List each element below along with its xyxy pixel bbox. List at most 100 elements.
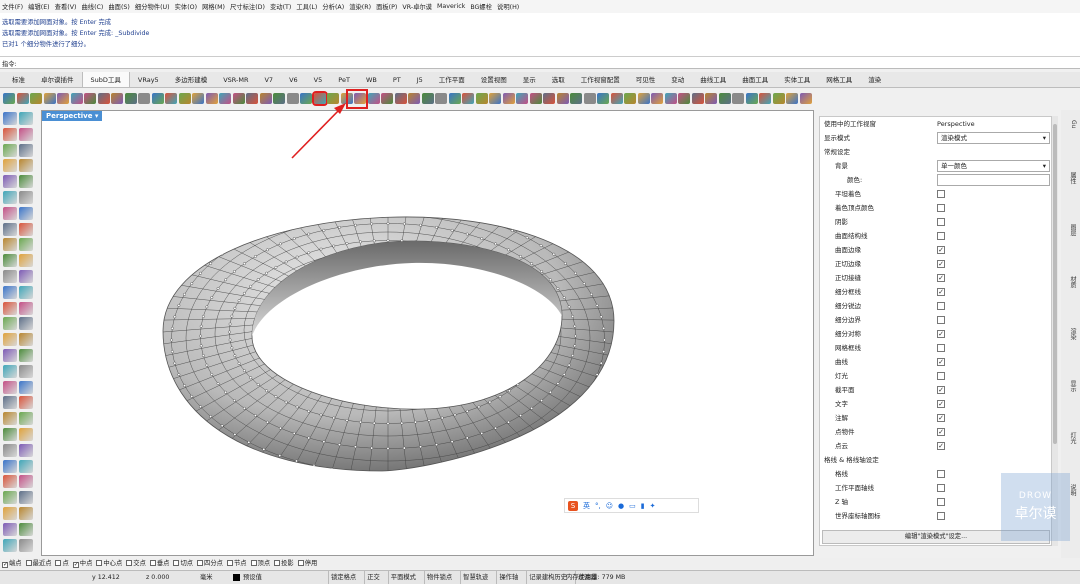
menu-item[interactable]: 分析(A) bbox=[322, 2, 344, 11]
toolbar-tool-icon[interactable] bbox=[3, 92, 15, 104]
display-mode-dropdown[interactable]: 渲染模式 ▾ bbox=[937, 132, 1050, 144]
toolbar-tool-icon[interactable] bbox=[624, 92, 636, 104]
osnap-toggle[interactable]: 交点 bbox=[126, 558, 146, 569]
menu-item[interactable]: BG螺栓 bbox=[470, 2, 492, 11]
osnap-toggle[interactable]: ✓中点 bbox=[72, 558, 92, 569]
toolbar-tool-icon[interactable] bbox=[97, 92, 110, 104]
left-tool-icon[interactable] bbox=[3, 443, 17, 457]
checkbox[interactable]: ✓ bbox=[2, 562, 8, 568]
checkbox[interactable] bbox=[197, 560, 204, 566]
menu-item[interactable]: 渲染(R) bbox=[349, 2, 371, 11]
layer-label[interactable]: 预设值 bbox=[243, 571, 262, 584]
menu-item[interactable]: 曲面(S) bbox=[108, 2, 130, 11]
toolbar-tool-icon[interactable] bbox=[165, 92, 177, 104]
status-toggle[interactable]: 智慧轨迹 bbox=[460, 571, 490, 584]
left-tool-icon[interactable] bbox=[3, 428, 17, 441]
toolbar-tab[interactable]: J5 bbox=[409, 73, 431, 87]
left-tool-icon[interactable] bbox=[19, 175, 33, 189]
status-toggle[interactable]: 平面模式 bbox=[387, 571, 418, 584]
left-tool-icon[interactable] bbox=[19, 459, 33, 473]
side-panel-tab[interactable]: 灯光 bbox=[1064, 432, 1077, 444]
perspective-viewport[interactable]: Perspective ▾ S 英 °, ☺ ● ▭ ▮ ✦ bbox=[41, 110, 814, 556]
left-tool-icon[interactable] bbox=[3, 222, 17, 236]
left-tool-icon[interactable] bbox=[3, 254, 17, 268]
left-tool-icon[interactable] bbox=[3, 522, 17, 536]
left-tool-icon[interactable] bbox=[19, 364, 33, 378]
status-toggle[interactable]: 记录建构历史 bbox=[526, 571, 569, 584]
toolbar-tab[interactable]: PeT bbox=[330, 73, 358, 87]
toolbar-tool-icon[interactable] bbox=[246, 92, 258, 104]
toolbar-tool-icon[interactable] bbox=[462, 92, 474, 104]
checkbox[interactable] bbox=[937, 498, 945, 506]
checkbox[interactable] bbox=[126, 560, 133, 566]
toolbar-tool-icon[interactable] bbox=[583, 92, 596, 104]
checkbox[interactable] bbox=[937, 316, 945, 324]
toolbar-tool-icon[interactable] bbox=[799, 92, 812, 104]
left-tool-icon[interactable] bbox=[19, 428, 33, 441]
toolbar-tool-icon[interactable] bbox=[651, 92, 663, 104]
toolbar-tool-icon[interactable] bbox=[745, 92, 758, 104]
left-tool-icon[interactable] bbox=[19, 443, 33, 457]
toolbar-tool-icon[interactable] bbox=[732, 92, 744, 104]
toolbar-tab[interactable]: V7 bbox=[256, 73, 281, 87]
left-tool-icon[interactable] bbox=[19, 301, 33, 315]
menu-item[interactable]: 细分物件(U) bbox=[135, 2, 170, 11]
toolbar-tool-icon[interactable] bbox=[489, 92, 501, 104]
toolbar-tool-icon[interactable] bbox=[435, 92, 447, 104]
side-panel-tab[interactable]: 属性 bbox=[1064, 172, 1077, 184]
toolbar-tool-icon[interactable] bbox=[448, 92, 461, 104]
status-toggle[interactable]: 操作轴 bbox=[496, 571, 520, 584]
toolbar-tool-icon[interactable] bbox=[408, 92, 420, 104]
checkbox[interactable]: ✓ bbox=[937, 288, 945, 296]
menu-icon[interactable]: ✦ bbox=[650, 502, 656, 510]
toolbar-tool-icon[interactable] bbox=[327, 92, 339, 104]
left-tool-icon[interactable] bbox=[19, 475, 33, 489]
left-tool-icon[interactable] bbox=[19, 270, 33, 283]
layer-swatch[interactable] bbox=[233, 574, 240, 581]
toolbar-tool-icon[interactable] bbox=[705, 92, 717, 104]
toolbar-tool-icon[interactable] bbox=[300, 92, 312, 104]
color-swatch[interactable] bbox=[937, 174, 1050, 186]
side-panel-tab[interactable]: 渲染 bbox=[1064, 328, 1077, 340]
toolbar-tab[interactable]: 渲染 bbox=[860, 72, 889, 87]
left-tool-icon[interactable] bbox=[19, 491, 33, 505]
checkbox[interactable] bbox=[250, 560, 257, 566]
keyboard-icon[interactable]: ▭ bbox=[629, 502, 636, 510]
background-dropdown[interactable]: 单一颜色 ▾ bbox=[937, 160, 1050, 172]
toolbar-tool-icon[interactable] bbox=[30, 92, 42, 104]
toolbar-tab[interactable]: 设置视图 bbox=[473, 72, 515, 87]
left-tool-icon[interactable] bbox=[3, 159, 17, 173]
menu-item[interactable]: VR-卓尔谟 bbox=[402, 2, 432, 11]
left-tool-icon[interactable] bbox=[19, 396, 33, 410]
menu-item[interactable]: 说明(H) bbox=[497, 2, 519, 11]
left-tool-icon[interactable] bbox=[3, 396, 17, 410]
toolbar-tool-icon[interactable] bbox=[219, 92, 231, 104]
side-panel-tab[interactable]: 显示 bbox=[1064, 380, 1077, 392]
side-panel-tab[interactable]: 材质 bbox=[1064, 276, 1077, 288]
status-toggle[interactable]: 正交 bbox=[364, 571, 382, 584]
toolbar-tab[interactable]: SubD工具 bbox=[81, 72, 130, 87]
toolbar-tool-icon[interactable] bbox=[286, 92, 299, 104]
checkbox[interactable]: ✓ bbox=[937, 246, 945, 254]
left-tool-icon[interactable] bbox=[3, 238, 17, 252]
left-tool-icon[interactable] bbox=[3, 412, 17, 426]
checkbox[interactable] bbox=[96, 560, 103, 566]
checkbox[interactable] bbox=[25, 560, 32, 566]
osnap-toggle[interactable]: 点 bbox=[55, 558, 69, 569]
toolbar-tool-icon[interactable] bbox=[259, 92, 272, 104]
left-tool-icon[interactable] bbox=[3, 380, 17, 394]
unit-label[interactable]: 毫米 bbox=[200, 571, 213, 584]
osnap-toggle[interactable]: 节点 bbox=[226, 558, 247, 569]
checkbox[interactable] bbox=[55, 560, 62, 566]
toolbar-tool-icon[interactable] bbox=[786, 92, 798, 104]
toolbar-tool-icon[interactable] bbox=[192, 92, 204, 104]
toolbar-tool-icon[interactable] bbox=[381, 92, 393, 104]
menu-item[interactable]: 变动(T) bbox=[270, 2, 291, 11]
toolbar-tool-icon[interactable] bbox=[678, 92, 690, 104]
toolbar-tab[interactable]: 曲线工具 bbox=[692, 72, 734, 87]
toolbar-tab[interactable]: 变动 bbox=[663, 72, 692, 87]
menu-item[interactable]: 网格(M) bbox=[202, 2, 225, 11]
left-tool-icon[interactable] bbox=[3, 112, 17, 125]
punctuation-icon[interactable]: °, bbox=[595, 502, 601, 510]
left-tool-icon[interactable] bbox=[19, 333, 33, 347]
